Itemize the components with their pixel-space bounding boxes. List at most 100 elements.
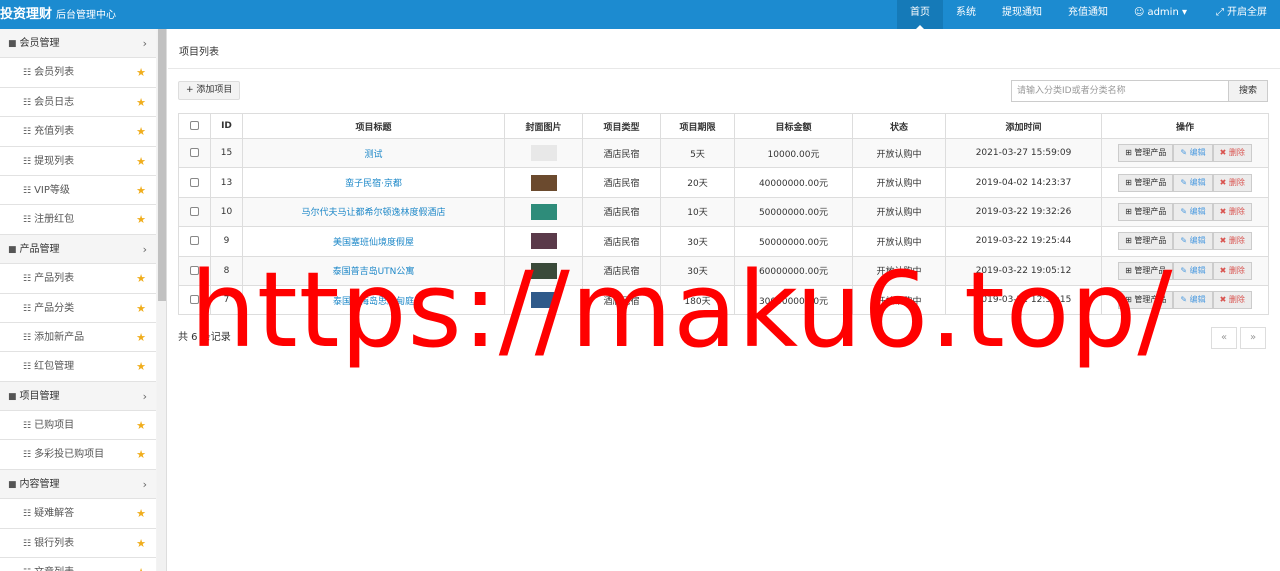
sidebar-item[interactable]: ☷ 会员列表 ★ — [0, 58, 156, 88]
nav-item-label: admin — [1147, 7, 1179, 18]
cell-id: 13 — [210, 167, 243, 198]
sidebar-item-label: 文章列表 — [34, 567, 74, 571]
edit-button[interactable]: ✎ 编辑 — [1173, 291, 1213, 310]
edit-button[interactable]: ✎ 编辑 — [1173, 261, 1213, 280]
column-header: 项目标题 — [242, 113, 505, 139]
search-input[interactable] — [1011, 80, 1229, 102]
sidebar-item[interactable]: ☷文章列表 ★ — [0, 558, 156, 571]
sidebar-scrollbar[interactable] — [157, 29, 166, 571]
column-header-label: ID — [221, 121, 232, 131]
edit-button[interactable]: ✎ 编辑 — [1173, 232, 1213, 251]
sidebar-item[interactable]: ☷ 会员日志 ★ — [0, 87, 156, 118]
star-icon: ★ — [136, 419, 146, 433]
row-checkbox[interactable] — [190, 177, 199, 187]
sidebar-item[interactable]: ☷ 充值列表 ★ — [0, 117, 156, 147]
cell-id: 15 — [210, 137, 243, 169]
trash-icon: ✖ — [1219, 295, 1229, 305]
nav-item-4[interactable]: ☺ admin ▾ — [1121, 0, 1203, 29]
star-icon: ★ — [136, 154, 146, 168]
table-row: 10 马尔代夫马让都希尔顿逸林度假酒店 酒店民宿 10天 50000000.00元 开放认… — [178, 196, 1269, 228]
sidebar-group[interactable]: ■ 产品管理 › — [0, 234, 156, 265]
manage-product-button[interactable]: ⊞ 管理产品 — [1118, 232, 1174, 251]
sidebar-item[interactable]: ☷ 已购项目 ★ — [0, 411, 156, 441]
sidebar-item[interactable]: ☷ 疑难解答 ★ — [0, 499, 156, 529]
edit-button[interactable]: ✎ 编辑 — [1173, 144, 1213, 163]
nav-item-2[interactable]: 提现通知 — [989, 0, 1055, 29]
sidebar-group[interactable]: ■ 会员管理 › — [0, 29, 156, 59]
plus-icon: + — [186, 85, 194, 95]
sidebar-item[interactable]: ☷ 产品列表 ★ — [0, 264, 156, 294]
sidebar-item[interactable]: ☷ 提现列表 ★ — [0, 146, 156, 176]
sidebar-item[interactable]: ☷ 注册红包 ★ — [0, 205, 156, 235]
manage-product-button[interactable]: ⊞ 管理产品 — [1118, 173, 1174, 192]
brand-title: 投资理财 — [0, 7, 53, 22]
star-icon: ★ — [136, 330, 146, 344]
select-all-checkbox[interactable] — [190, 121, 199, 130]
sidebar-menu: ■ 会员管理 › ☷ 会员列表 ★ ☷ 会员日志 ★ ☷ 充值列表 ★ ☷ 提现列表 ★ ☷ VIP等级 ★ ☷ 注册… — [0, 29, 156, 571]
sidebar-group[interactable]: ■ 项目管理 › — [0, 381, 156, 412]
delete-button[interactable]: ✖ 删除 — [1212, 144, 1252, 163]
edit-button[interactable]: ✎ 编辑 — [1173, 202, 1213, 221]
row-checkbox[interactable] — [190, 236, 199, 246]
nav-item-0[interactable]: 首页 — [897, 0, 944, 29]
nav-item-label: 系统 — [956, 7, 977, 18]
nav-item-5[interactable]: ⤢ 开启全屏 — [1203, 0, 1280, 29]
row-select-cell — [178, 167, 211, 198]
manage-label: 管理产品 — [1134, 236, 1167, 246]
cell-id: 10 — [210, 196, 243, 228]
project-title-link[interactable]: 蛮子民宿·京都 — [345, 179, 402, 189]
search-button[interactable]: 搜索 — [1228, 80, 1268, 102]
edit-button[interactable]: ✎ 编辑 — [1173, 173, 1213, 192]
sidebar-item[interactable]: ☷ 银行列表 ★ — [0, 528, 156, 559]
delete-button[interactable]: ✖ 删除 — [1212, 202, 1252, 221]
sidebar-group[interactable]: ■ 内容管理 › — [0, 469, 156, 500]
sidebar-item[interactable]: ☷ 红包管理 ★ — [0, 352, 156, 382]
star-icon: ★ — [136, 95, 146, 109]
sidebar-item[interactable]: ☷ 多彩投已购项目 ★ — [0, 440, 156, 470]
cell-amount: 50000000.00元 — [734, 196, 853, 228]
pager-next-button[interactable]: » — [1240, 327, 1266, 349]
delete-button[interactable]: ✖ 删除 — [1212, 232, 1252, 251]
column-header-label: 项目期限 — [679, 122, 716, 133]
sidebar-scroll-thumb[interactable] — [158, 29, 166, 301]
sidebar-group-label: 会员管理 — [19, 38, 60, 49]
cover-image — [530, 203, 557, 220]
nav-item-3[interactable]: 充值通知 — [1055, 0, 1121, 29]
brand-subtitle: 后台管理中心 — [56, 10, 117, 21]
sidebar-item-label: 会员日志 — [34, 96, 75, 108]
add-project-label: 添加项目 — [196, 85, 233, 95]
nav-item-1[interactable]: 系统 — [943, 0, 989, 29]
edit-label: 编辑 — [1189, 148, 1206, 158]
watermark-text: https://maku6.top/ — [190, 249, 1174, 371]
delete-button[interactable]: ✖ 删除 — [1212, 291, 1252, 310]
cell-thumb — [504, 167, 583, 198]
row-actions: ⊞ 管理产品 ✎ 编辑 ✖ 删除 — [1103, 202, 1268, 221]
column-header: 项目类型 — [582, 113, 661, 139]
sidebar-item[interactable]: ☷ 产品分类 ★ — [0, 293, 156, 323]
delete-label: 删除 — [1228, 177, 1245, 187]
pager-prev-button[interactable]: « — [1211, 327, 1237, 349]
delete-button[interactable]: ✖ 删除 — [1212, 261, 1252, 280]
row-actions: ⊞ 管理产品 ✎ 编辑 ✖ 删除 — [1103, 173, 1268, 192]
project-title-link[interactable]: 马尔代夫马让都希尔顿逸林度假酒店 — [301, 208, 445, 218]
sidebar-item[interactable]: ☷ VIP等级 ★ — [0, 175, 156, 206]
cell-status: 开放认购中 — [852, 167, 946, 198]
project-title-link[interactable]: 美国塞班仙境度假屋 — [333, 238, 414, 248]
manage-product-button[interactable]: ⊞ 管理产品 — [1118, 144, 1174, 163]
cell-term: 20天 — [660, 167, 735, 198]
project-title-link[interactable]: 测试 — [364, 150, 382, 160]
sitemap-icon: ☷ — [23, 303, 32, 314]
edit-icon: ✎ — [1180, 236, 1190, 246]
sidebar-item-label: 产品列表 — [34, 273, 75, 285]
chevron-right-icon: › — [142, 242, 147, 256]
column-header-label: 添加时间 — [1005, 122, 1042, 133]
edit-icon: ✎ — [1180, 295, 1190, 305]
brand: 投资理财 后台管理中心 — [0, 0, 116, 29]
row-checkbox[interactable] — [190, 148, 199, 158]
delete-button[interactable]: ✖ 删除 — [1212, 173, 1252, 192]
cell-term: 5天 — [660, 137, 735, 169]
manage-product-button[interactable]: ⊞ 管理产品 — [1118, 202, 1174, 221]
row-checkbox[interactable] — [190, 206, 199, 216]
sidebar-item[interactable]: ☷ 添加新产品 ★ — [0, 322, 156, 353]
add-project-button[interactable]: + 添加项目 — [178, 81, 241, 100]
